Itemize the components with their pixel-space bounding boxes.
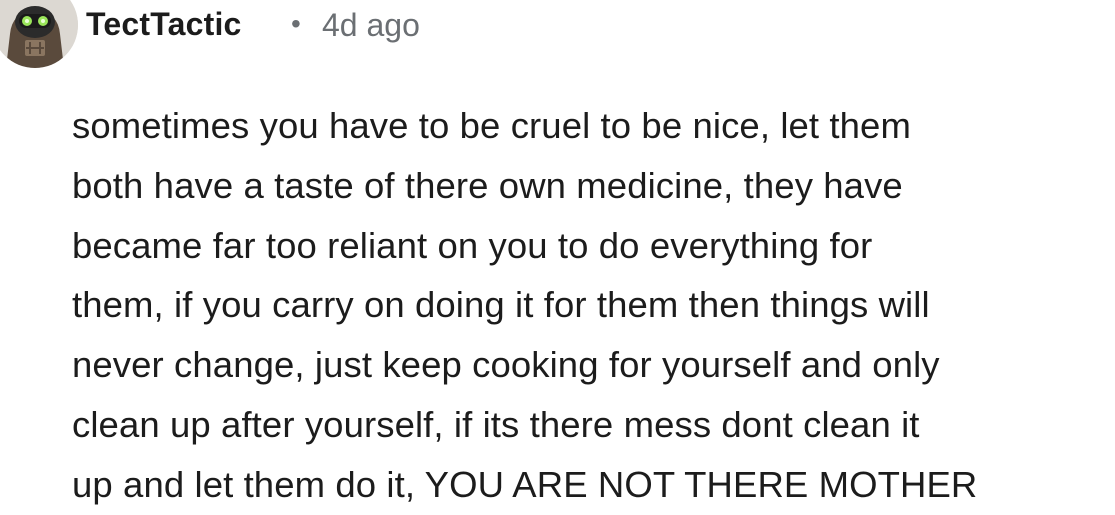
comment-text-line: up and let them do it, YOU ARE NOT THERE…: [72, 463, 978, 505]
comment-username[interactable]: TectTactic: [86, 6, 242, 43]
comment-text-line: sometimes you have to be cruel to be nic…: [72, 105, 911, 146]
comment-text-line: both have a taste of there own medicine,…: [72, 164, 903, 206]
robot-avatar-icon[interactable]: [0, 0, 78, 68]
separator-dot: •: [291, 8, 301, 39]
comment-text-line: became far too reliant on you to do ever…: [72, 224, 873, 266]
comment-text-line: never change, just keep cooking for your…: [72, 344, 940, 386]
comment-text-line: them, if you carry on doing it for them …: [72, 284, 930, 326]
comment-timestamp[interactable]: 4d ago: [322, 7, 420, 44]
comment-body: sometimes you have to be cruel to be nic…: [72, 96, 1115, 515]
comment-text-line: clean up after yourself, if its there me…: [72, 403, 920, 445]
